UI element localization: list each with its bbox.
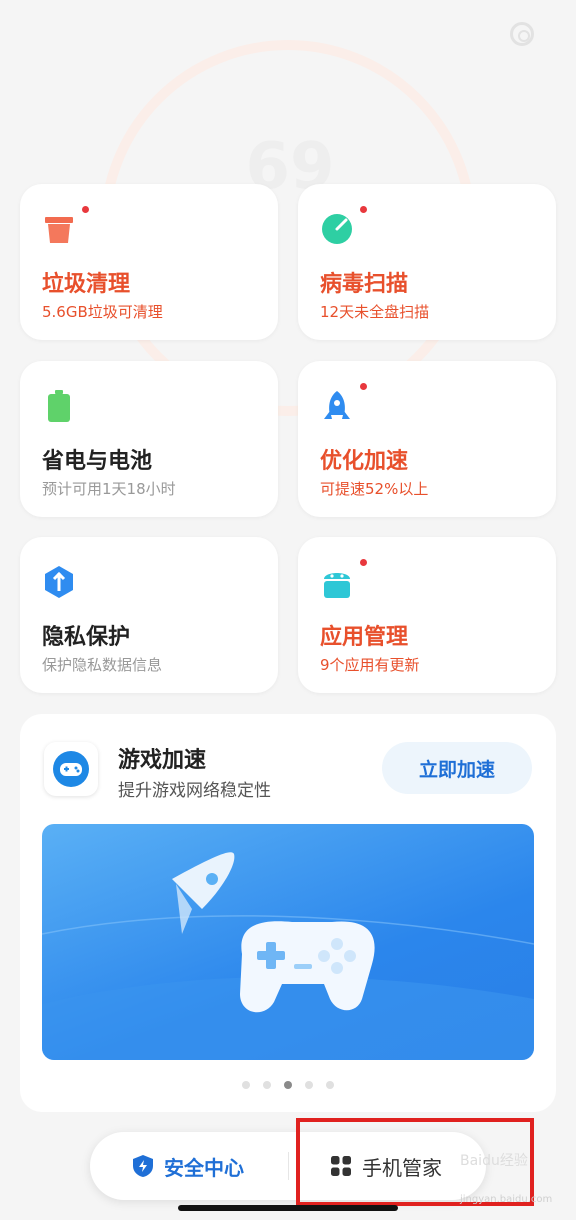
nav-security-center[interactable]: 安全中心 [132, 1132, 244, 1200]
game-app-logo [44, 742, 98, 796]
shield-lightning-icon [133, 1155, 153, 1177]
carousel-dot[interactable] [263, 1081, 271, 1089]
card-optimize[interactable]: 优化加速 可提速52%以上 [298, 361, 556, 517]
settings-gear-icon[interactable] [510, 22, 534, 46]
alert-dot [360, 559, 367, 566]
card-subtitle: 可提速52%以上 [320, 480, 429, 498]
carousel-dot-active[interactable] [284, 1081, 292, 1089]
card-title: 垃圾清理 [42, 272, 131, 297]
card-title: 省电与电池 [42, 449, 153, 474]
carousel-dot[interactable] [305, 1081, 313, 1089]
card-subtitle: 5.6GB垃圾可清理 [42, 303, 163, 321]
alert-dot [82, 206, 89, 213]
card-app-manage[interactable]: 应用管理 9个应用有更新 [298, 537, 556, 693]
boost-now-button[interactable]: 立即加速 [382, 742, 532, 794]
carousel-dot[interactable] [326, 1081, 334, 1089]
watermark-logo: Baidu经验 [460, 1153, 528, 1169]
home-indicator[interactable] [178, 1205, 398, 1211]
card-privacy[interactable]: 隐私保护 保护隐私数据信息 [20, 537, 278, 693]
card-title: 病毒扫描 [320, 272, 409, 297]
card-junk-clean[interactable]: 垃圾清理 5.6GB垃圾可清理 [20, 184, 278, 340]
gamepad-icon [53, 751, 89, 787]
watermark-url: jingyan.baidu.com [460, 1194, 553, 1205]
card-title: 优化加速 [320, 449, 409, 474]
rocket-icon [324, 391, 350, 419]
card-subtitle: 保护隐私数据信息 [42, 656, 163, 674]
alert-dot [360, 206, 367, 213]
battery-icon [48, 390, 70, 422]
card-title: 隐私保护 [42, 625, 131, 650]
game-banner[interactable] [42, 824, 534, 1060]
carousel-indicator [20, 1081, 556, 1089]
virus-scan-icon [322, 214, 352, 244]
carousel-dot[interactable] [242, 1081, 250, 1089]
card-subtitle: 预计可用1天18小时 [42, 480, 176, 498]
card-battery[interactable]: 省电与电池 预计可用1天18小时 [20, 361, 278, 517]
card-virus-scan[interactable]: 病毒扫描 12天未全盘扫描 [298, 184, 556, 340]
nav-divider [288, 1152, 289, 1180]
rocket-illustration-icon [172, 852, 235, 934]
trash-icon [45, 217, 73, 243]
game-subtitle: 提升游戏网络稳定性 [118, 781, 271, 801]
card-title: 应用管理 [320, 625, 409, 650]
android-app-icon [324, 573, 350, 598]
nav-security-label: 安全中心 [164, 1155, 244, 1180]
card-subtitle: 12天未全盘扫描 [320, 303, 430, 321]
game-banner-illustration [42, 852, 534, 1060]
game-title: 游戏加速 [118, 748, 207, 773]
card-subtitle: 9个应用有更新 [320, 656, 420, 674]
privacy-shield-icon [45, 566, 73, 598]
alert-dot [360, 383, 367, 390]
game-boost-card: 游戏加速 提升游戏网络稳定性 立即加速 [20, 714, 556, 1112]
